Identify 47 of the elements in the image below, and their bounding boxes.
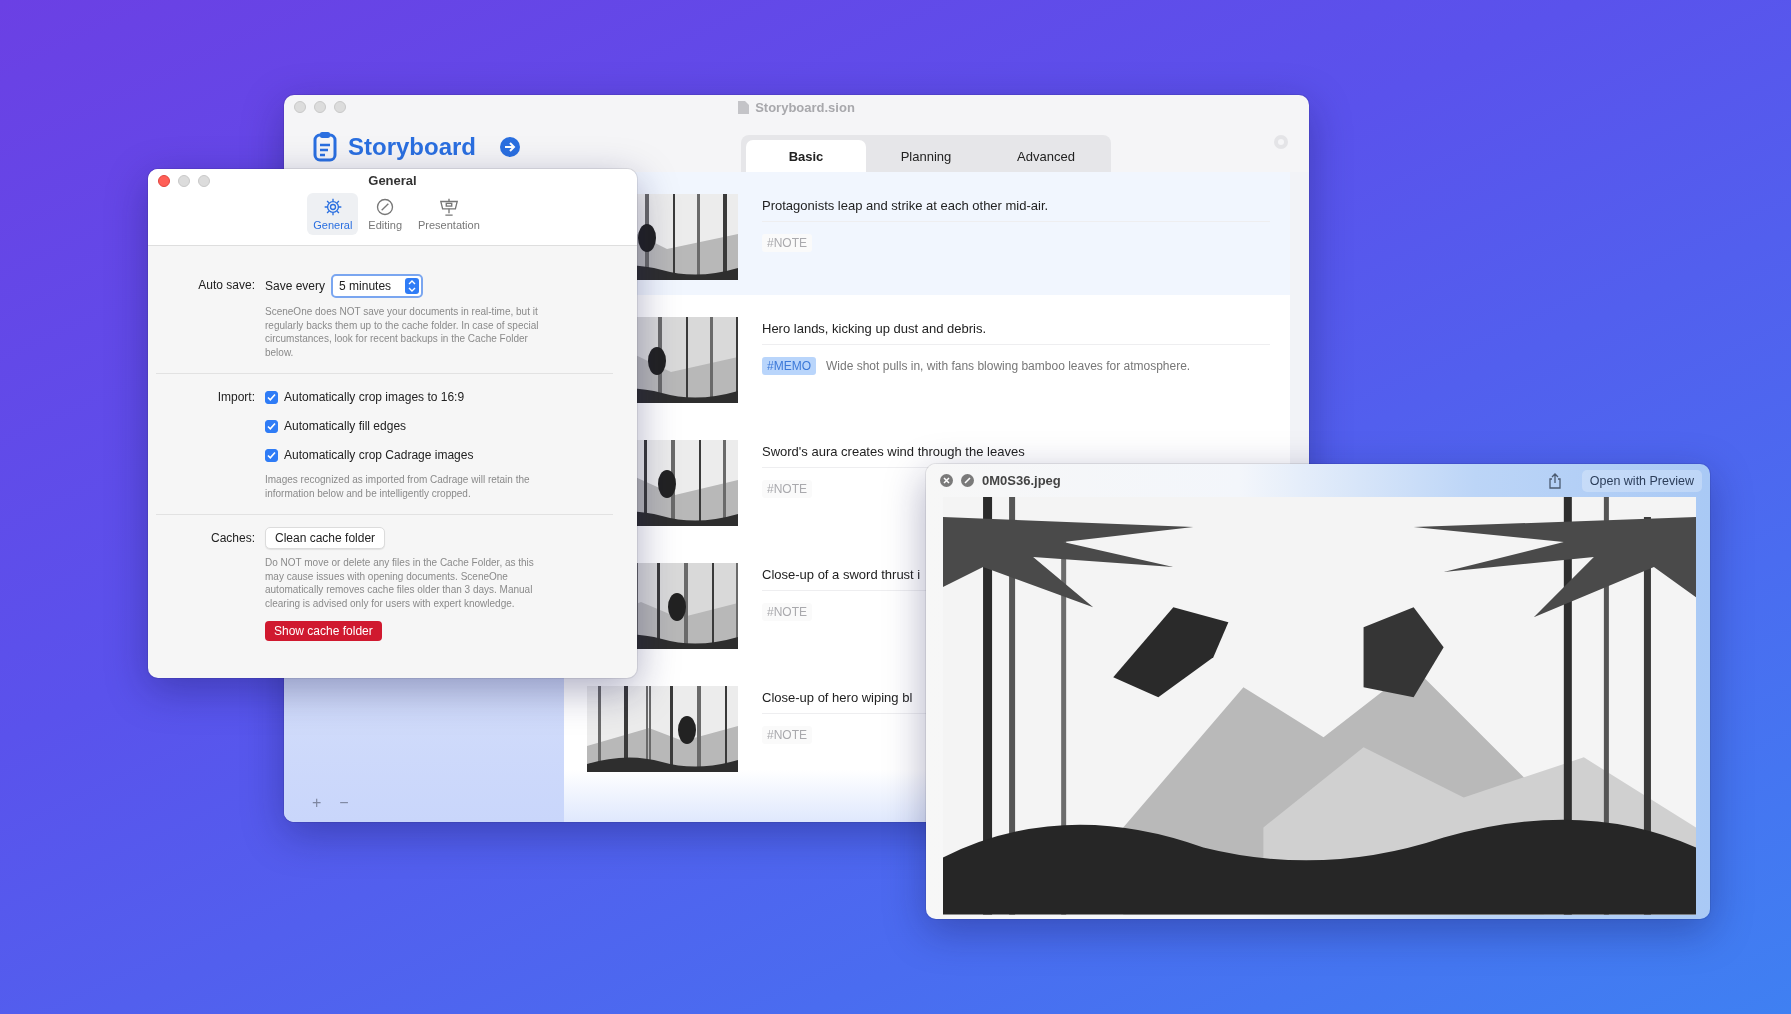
setting-text: Save every bbox=[265, 279, 326, 293]
note-tag: #MEMO bbox=[762, 357, 816, 375]
app-logo-icon bbox=[312, 132, 338, 162]
scene-description: Sword's aura creates wind through the leaves bbox=[762, 444, 1025, 461]
checkbox[interactable] bbox=[265, 390, 278, 404]
tab[interactable]: Basic bbox=[746, 140, 866, 172]
close-button[interactable] bbox=[158, 175, 170, 187]
window-title: General bbox=[368, 173, 417, 188]
app-name: Storyboard bbox=[348, 133, 476, 161]
checkbox-label: Automatically crop Cadrage images bbox=[284, 448, 474, 462]
close-icon[interactable] bbox=[940, 474, 953, 488]
show-cache-button[interactable]: Show cache folder bbox=[265, 621, 382, 641]
interval-select[interactable]: 5 minutes bbox=[331, 274, 424, 298]
file-name: 0M0S36.jpeg bbox=[982, 473, 1062, 489]
checkbox-label: Automatically fill edges bbox=[284, 419, 407, 433]
note-tag: #NOTE bbox=[762, 234, 812, 252]
note-tag: #NOTE bbox=[762, 603, 812, 621]
checkbox-label: Automatically crop images to 16:9 bbox=[284, 390, 465, 404]
help-text: Images recognized as imported from Cadrage will retain the information below and be intelligently cropped. bbox=[265, 473, 531, 500]
window-title: Storyboard.sion bbox=[755, 99, 855, 115]
note-tag: #NOTE bbox=[762, 726, 812, 744]
clean-cache-button[interactable]: Clean cache folder bbox=[265, 527, 386, 549]
help-text: Do NOT move or delete any files in the Cache Folder, as this may cause issues with opening documents. SceneOne automatically removes cache files older than 3 days. Manual clearing is advised only for users with expert knowledge. bbox=[265, 556, 535, 610]
gear-icon bbox=[322, 197, 343, 217]
checkbox[interactable] bbox=[265, 448, 278, 462]
checkbox[interactable] bbox=[265, 419, 278, 433]
help-text: SceneOne does NOT save your documents in real-time, but it regularly backs them up to the cache folder. In case of special circumstances, look for recent backups in the Cache Folder below. bbox=[265, 305, 540, 359]
arrow-right-icon[interactable] bbox=[500, 137, 520, 157]
toolbar-tab[interactable]: Presentation bbox=[412, 193, 486, 235]
toolbar-tab[interactable]: Editing bbox=[362, 193, 408, 235]
scene-description: Protagonists leap and strike at each other mid-air. bbox=[762, 198, 1049, 215]
setting-label: Auto save: bbox=[198, 277, 255, 292]
document-icon bbox=[738, 100, 750, 114]
note-tag: #NOTE bbox=[762, 480, 812, 498]
scene-description: Close-up of hero wiping bl bbox=[762, 690, 913, 707]
open-with-preview-button[interactable]: Open with Preview bbox=[1581, 469, 1702, 492]
tab[interactable]: Planning bbox=[866, 140, 986, 172]
stepper-icon bbox=[405, 278, 420, 294]
scene-description: Close-up of a sword thrust i bbox=[762, 567, 921, 584]
scene-description: Hero lands, kicking up dust and debris. bbox=[762, 321, 986, 338]
setting-label: Import: bbox=[217, 389, 255, 404]
toolbar-tab[interactable]: General bbox=[307, 193, 359, 235]
projector-icon bbox=[437, 197, 460, 217]
note-text: Wide shot pulls in, with fans blowing bamboo leaves for atmosphere. bbox=[826, 359, 1191, 373]
tab[interactable]: Advanced bbox=[986, 140, 1106, 172]
setting-label: Caches: bbox=[210, 530, 255, 545]
share-icon[interactable] bbox=[1547, 472, 1562, 489]
